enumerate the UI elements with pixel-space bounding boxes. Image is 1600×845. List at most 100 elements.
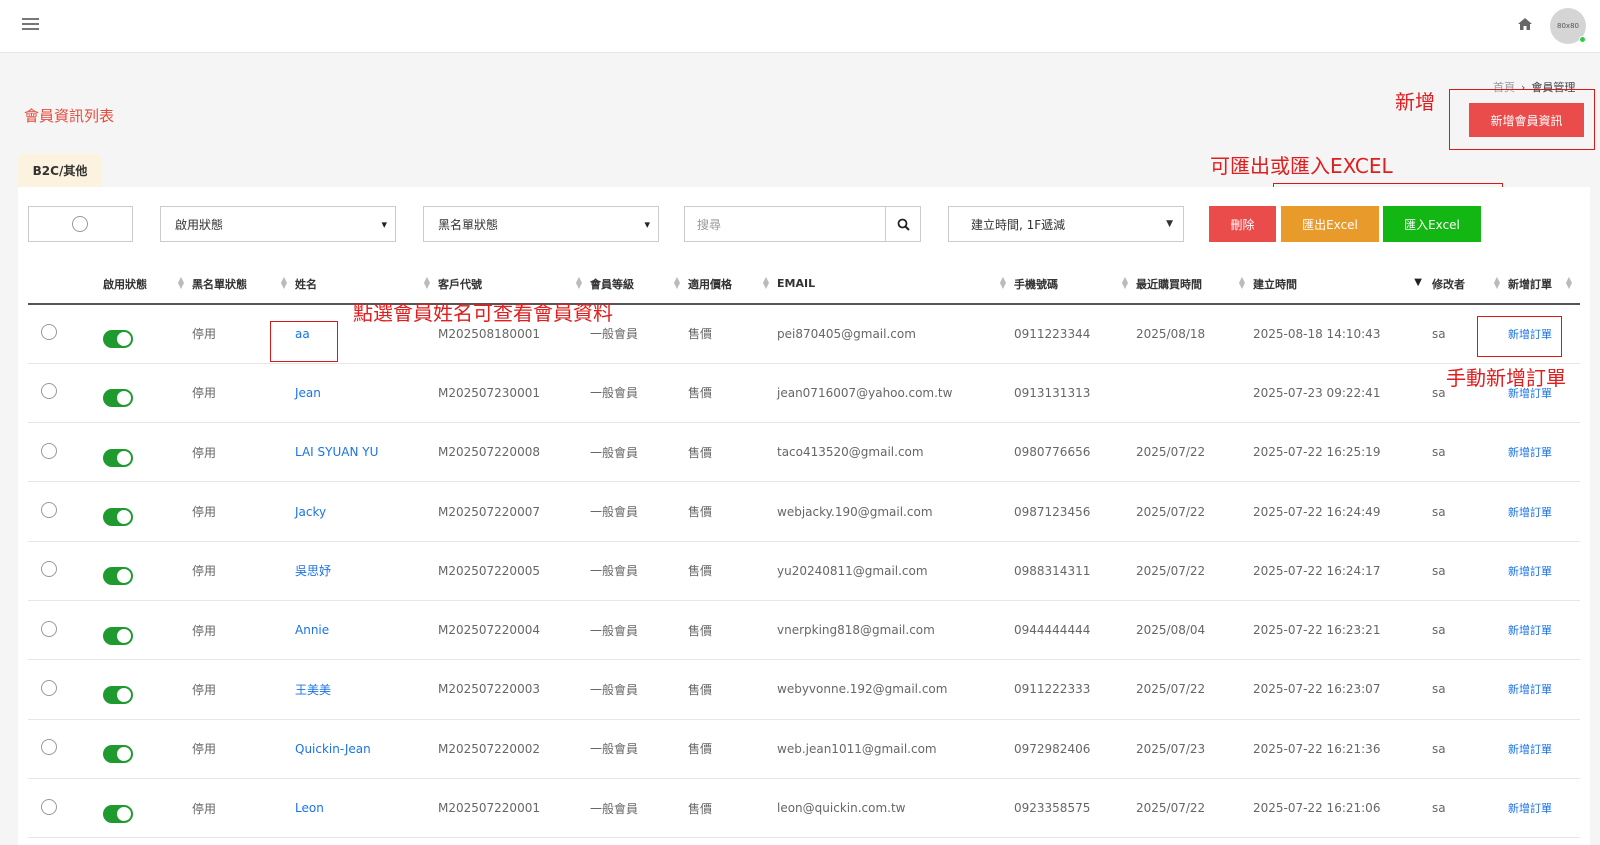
cell-blacklist: 停用 [192,363,295,424]
row-select-radio[interactable] [41,620,57,637]
annotation-name: 點選會員姓名可查看會員資料 [353,301,613,325]
cell-code: M202507220001 [438,778,590,839]
col-header-phone[interactable]: 手機號碼 ▲ ▼ [1014,264,1136,305]
col-header-blacklist[interactable]: 黑名單狀態 ▲ ▼ [192,264,295,305]
cell-price: 售價 [688,659,777,720]
cell-last-buy: 2025/08/04 [1136,600,1253,661]
cell-name[interactable]: Leon [295,778,438,839]
cell-name[interactable]: Jacky [295,481,438,542]
cell-created: 2025-07-23 09:22:41 [1253,363,1432,424]
cell-last-buy: 2025/08/18 [1136,304,1253,364]
cell-created: 2025-08-18 14:10:43 [1253,304,1432,364]
tab-b2c-other[interactable]: B2C/其他 [18,154,102,187]
table-row: 停用 Quickin-Jean M202507220002 一般會員 售價 web.jea… [28,719,1580,779]
cell-price: 售價 [688,422,777,483]
cell-code: M202507220002 [438,719,590,779]
home-icon[interactable] [1517,16,1533,32]
cell-level: 一般會員 [590,778,688,839]
annotation-box-name [270,321,338,362]
cell-code: M202507220007 [438,481,590,542]
new-order-link[interactable]: 新增訂單 [1508,778,1580,839]
cell-last-buy: 2025/07/22 [1136,778,1253,839]
cell-price: 售價 [688,778,777,839]
chevron-down-icon: ▾ [381,218,387,231]
new-order-link[interactable]: 新增訂單 [1508,659,1580,720]
cell-name[interactable]: LAI SYUAN YU [295,422,438,483]
status-toggle[interactable] [103,626,133,645]
avatar[interactable]: 80x80 [1550,8,1586,44]
import-excel-button[interactable]: 匯入Excel [1383,206,1481,242]
row-select-radio[interactable] [41,442,57,459]
row-select-radio[interactable] [41,324,57,341]
col-header-price[interactable]: 適用價格 ▲ ▼ [688,264,777,305]
cell-price: 售價 [688,304,777,364]
status-toggle[interactable] [103,804,133,823]
select-all-box [28,206,133,242]
cell-name[interactable]: 王美美 [295,659,438,720]
top-bar: 80x80 [0,0,1600,53]
row-select-radio[interactable] [41,561,57,578]
status-toggle[interactable] [103,508,133,527]
cell-code: M202507220005 [438,541,590,601]
new-order-link[interactable]: 新增訂單 [1508,422,1580,483]
cell-email: taco413520@gmail.com [777,422,1014,483]
row-select-radio[interactable] [41,798,57,815]
status-select[interactable]: 啟用狀態 ▾ [160,206,396,242]
row-select-radio[interactable] [41,502,57,519]
new-order-link[interactable]: 新增訂單 [1508,600,1580,661]
cell-price: 售價 [688,719,777,779]
cell-editor: sa [1432,719,1508,779]
col-header-email[interactable]: EMAIL ▲ ▼ [777,264,1014,305]
col-header-created[interactable]: 建立時間 ▼ [1253,264,1432,305]
cell-email: webyvonne.192@gmail.com [777,659,1014,720]
cell-name[interactable]: Quickin-Jean [295,719,438,779]
hamburger-menu-icon[interactable] [22,18,39,32]
search-input[interactable]: 搜尋 [684,206,886,242]
status-toggle[interactable] [103,685,133,704]
cell-created: 2025-07-22 16:25:19 [1253,422,1432,483]
cell-name[interactable]: Annie [295,600,438,661]
cell-blacklist: 停用 [192,659,295,720]
new-order-link[interactable]: 新增訂單 [1508,719,1580,779]
sort-select-value: 建立時間, 1F遞減 [971,217,1066,232]
new-order-link[interactable]: 新增訂單 [1508,481,1580,542]
row-select-radio[interactable] [41,739,57,756]
cell-last-buy: 2025/07/23 [1136,719,1253,779]
table-body: 停用 aa M202508180001 一般會員 售價 pei870405@gmail.c… [28,304,1580,839]
cell-name[interactable]: Jean [295,363,438,424]
cell-editor: sa [1432,778,1508,839]
row-select-radio[interactable] [41,383,57,400]
new-order-link[interactable]: 新增訂單 [1508,541,1580,601]
search-button[interactable] [885,206,921,242]
annotation-box-order [1477,316,1562,357]
row-select-radio[interactable] [41,679,57,696]
cell-blacklist: 停用 [192,422,295,483]
sort-icon: ▲ ▼ [1238,275,1245,290]
sort-select[interactable]: 建立時間, 1F遞減 ▼ [948,206,1184,242]
caret-down-icon: ▼ [1166,219,1173,229]
status-toggle[interactable] [103,448,133,467]
cell-level: 一般會員 [590,422,688,483]
col-header-order: 新增訂單 ▲ ▼ [1508,264,1580,305]
status-toggle[interactable] [103,745,133,764]
status-toggle[interactable] [103,389,133,408]
sort-icon: ▲ ▼ [1493,275,1500,290]
cell-select [28,363,103,424]
status-toggle[interactable] [103,330,133,349]
export-excel-button[interactable]: 匯出Excel [1281,206,1379,242]
blacklist-select[interactable]: 黑名單狀態 ▾ [423,206,659,242]
col-header-last-buy[interactable]: 最近購買時間 ▲ ▼ [1136,264,1253,305]
cell-select [28,541,103,601]
sort-icon: ▲ ▼ [1565,275,1572,290]
cell-select [28,659,103,720]
cell-level: 一般會員 [590,541,688,601]
select-all-radio[interactable] [72,216,88,232]
status-toggle[interactable] [103,567,133,586]
annotation-excel: 可匯出或匯入EXCEL [1210,154,1393,178]
cell-name[interactable]: 吳思妤 [295,541,438,601]
col-header-editor[interactable]: 修改者 ▲ ▼ [1432,264,1508,305]
cell-phone: 0987123456 [1014,481,1136,542]
delete-button[interactable]: 刪除 [1209,206,1276,242]
cell-email: web.jean1011@gmail.com [777,719,1014,779]
col-header-status[interactable]: 啟用狀態 ▲ ▼ [103,264,192,305]
